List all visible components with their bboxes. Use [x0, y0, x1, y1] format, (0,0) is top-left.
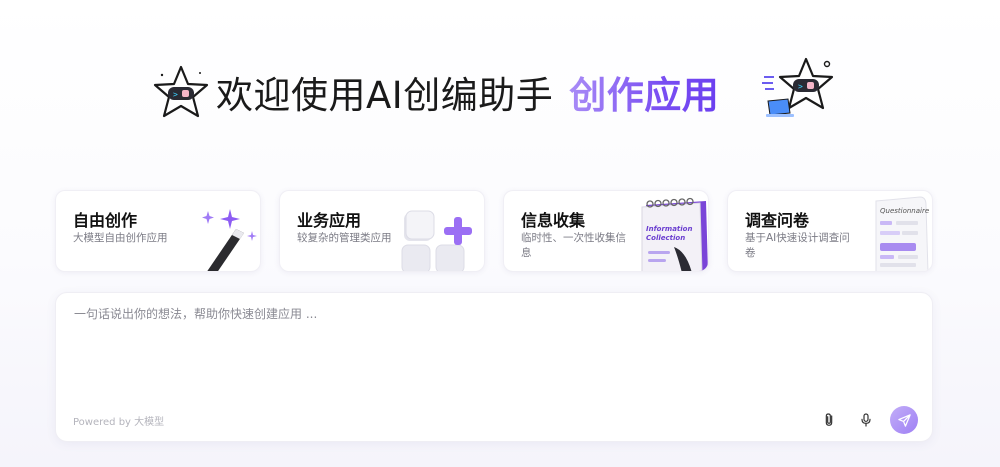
svg-text:>: >	[798, 82, 803, 91]
card-desc: 基于AI快速设计调查问卷	[745, 232, 850, 259]
card-questionnaire[interactable]: 调查问卷 基于AI快速设计调查问卷 Questionnaire	[727, 190, 933, 272]
blocks-plus-icon	[401, 210, 472, 271]
attach-button[interactable]	[816, 407, 842, 433]
page-title: 欢迎使用AI创编助手 创作应用	[216, 67, 719, 117]
title-accent: 创作应用	[569, 65, 719, 119]
magic-wand-sparkles-icon	[202, 209, 257, 271]
card-desc: 大模型自由创作应用	[73, 232, 168, 244]
notebook-art-text-2: Collection	[646, 234, 685, 242]
card-desc: 临时性、一次性收集信息	[521, 232, 626, 259]
prompt-box: Powered by 大模型	[55, 292, 933, 442]
questionnaire-sheet-icon: Questionnaire	[875, 196, 929, 271]
notebook-icon: Information Collection	[641, 197, 708, 271]
powered-by-label: Powered by 大模型	[73, 417, 165, 428]
notebook-art-text-1: Information	[646, 225, 692, 233]
paperclip-icon	[825, 413, 833, 426]
card-title: 自由创作	[73, 211, 138, 230]
send-button[interactable]	[890, 406, 918, 434]
card-desc: 较复杂的管理类应用	[297, 232, 392, 244]
send-arrow-icon	[897, 413, 911, 427]
title-main: 欢迎使用AI创编助手	[216, 74, 554, 117]
card-title: 调查问卷	[745, 211, 810, 230]
card-info-collection[interactable]: 信息收集 临时性、一次性收集信息 Information Collection	[503, 190, 709, 272]
robot-star-laptop-mascot-icon: >	[762, 57, 834, 117]
svg-text:>: >	[173, 90, 178, 99]
voice-input-button[interactable]	[853, 407, 879, 433]
card-free-creation[interactable]: 自由创作 大模型自由创作应用	[55, 190, 261, 272]
app-type-cards: 自由创作 大模型自由创作应用 业务应用 较复杂的管理类应用 信息收集 临时性、一…	[55, 190, 933, 272]
robot-star-mascot-icon: >	[153, 65, 209, 118]
hero-header: > 欢迎使用AI创编助手 创作应用 >	[0, 55, 1000, 125]
prompt-input[interactable]	[72, 303, 916, 397]
questionnaire-art-text: Questionnaire	[880, 207, 929, 215]
card-business-app[interactable]: 业务应用 较复杂的管理类应用	[279, 190, 485, 272]
microphone-icon	[861, 413, 871, 427]
card-title: 信息收集	[521, 211, 586, 230]
card-title: 业务应用	[297, 211, 362, 230]
